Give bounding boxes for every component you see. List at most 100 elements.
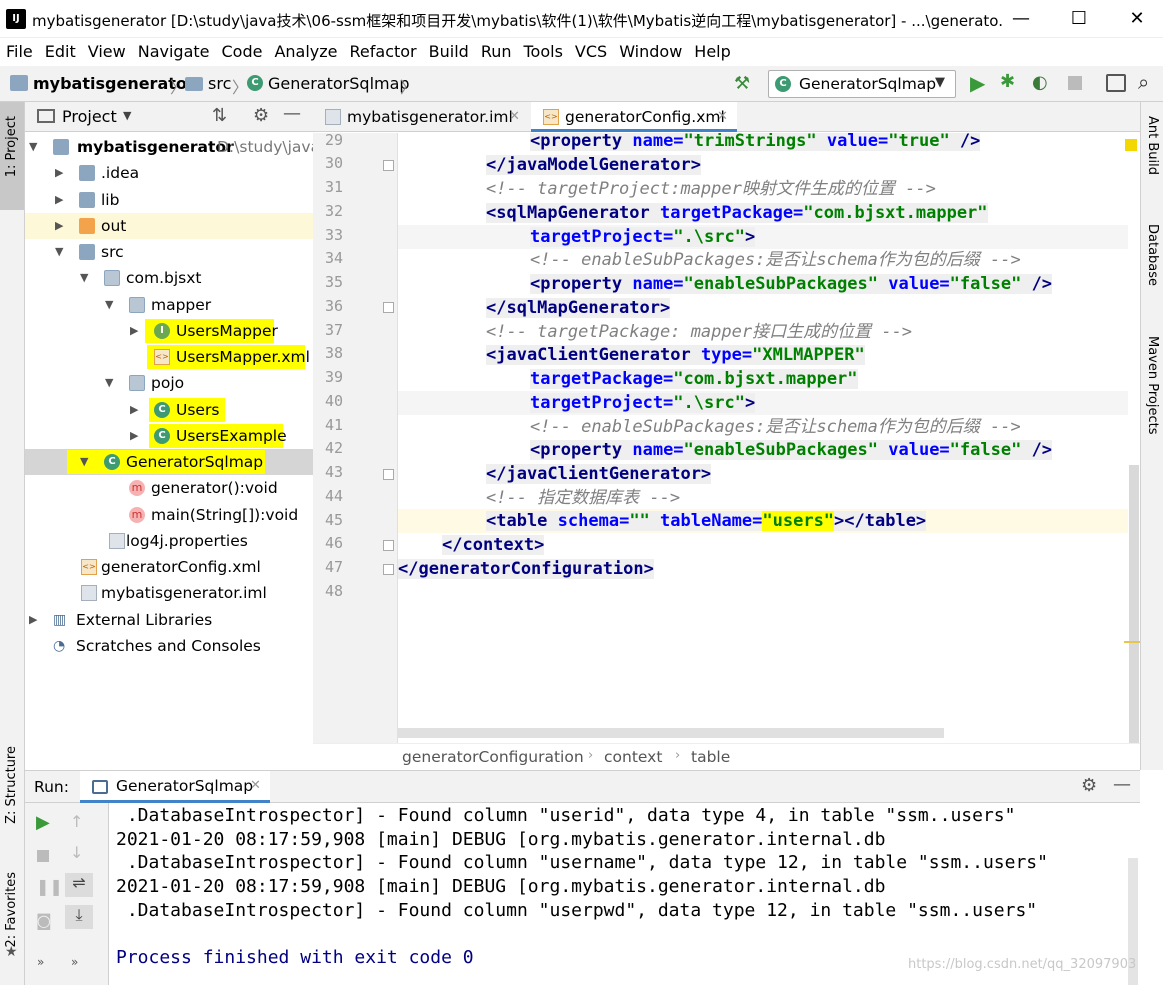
chevron-right-icon[interactable]: ▶ bbox=[55, 160, 63, 186]
build-hammer-icon[interactable]: ⚒ bbox=[734, 73, 750, 94]
project-panel-title[interactable]: Project bbox=[62, 107, 117, 126]
maven-tool-tab[interactable]: Maven Projects bbox=[1145, 336, 1160, 435]
stop-icon[interactable] bbox=[37, 850, 49, 862]
folder-icon bbox=[79, 165, 95, 181]
close-button[interactable]: ✕ bbox=[1112, 4, 1162, 34]
code-line-45: <table schema="" tableName="users"></tab… bbox=[486, 511, 927, 531]
menu-view[interactable]: View bbox=[82, 38, 132, 61]
hide-panel-icon[interactable]: — bbox=[283, 103, 301, 124]
line-number: 38 bbox=[324, 344, 343, 362]
project-tool-tab[interactable]: 1: Project bbox=[0, 102, 24, 210]
arrow-down-icon[interactable]: ↓ bbox=[70, 843, 83, 862]
scroll-to-end-icon[interactable]: ⤓ bbox=[65, 905, 93, 929]
method-icon: m bbox=[129, 507, 145, 523]
chevron-right-icon[interactable]: ▶ bbox=[130, 318, 138, 344]
run-label: Run: bbox=[34, 778, 69, 796]
close-tab-icon[interactable]: ✕ bbox=[509, 102, 520, 132]
code-line-34: <!-- enableSubPackages:是否让schema作为包的后缀 -… bbox=[530, 250, 1021, 270]
run-configuration-select[interactable]: C GeneratorSqlmap ▼ bbox=[768, 70, 956, 98]
menu-file[interactable]: File bbox=[0, 38, 39, 61]
more-icon[interactable]: » bbox=[37, 955, 44, 969]
menu-vcs[interactable]: VCS bbox=[569, 38, 613, 61]
structure-tool-tab[interactable]: Z: Structure bbox=[4, 746, 19, 824]
chevron-right-icon[interactable]: ▶ bbox=[55, 213, 63, 239]
breadcrumb-context[interactable]: context bbox=[604, 748, 662, 766]
hide-panel-icon[interactable]: — bbox=[1113, 774, 1131, 795]
pause-icon[interactable]: ❚❚ bbox=[36, 877, 63, 896]
right-tool-strip: Ant Build Database Maven Projects bbox=[1140, 102, 1163, 770]
chevron-right-icon[interactable]: ▶ bbox=[55, 187, 63, 213]
tree-label: UsersMapper.xml bbox=[176, 348, 310, 366]
database-tool-tab[interactable]: Database bbox=[1145, 224, 1160, 286]
chevron-down-icon[interactable]: ▼ bbox=[105, 292, 113, 318]
tree-node-out[interactable]: ▶ out bbox=[25, 213, 313, 239]
run-configuration-value: GeneratorSqlmap bbox=[799, 75, 937, 93]
project-structure-icon[interactable] bbox=[1106, 74, 1126, 92]
chevron-down-icon[interactable]: ▼ bbox=[105, 370, 113, 396]
inspection-status-icon[interactable] bbox=[1125, 139, 1137, 151]
chevron-down-icon[interactable]: ▼ bbox=[80, 449, 88, 475]
favorites-tool-tab[interactable]: 2: Favorites bbox=[4, 872, 19, 948]
menu-refactor[interactable]: Refactor bbox=[344, 38, 423, 61]
search-icon[interactable]: ⌕ bbox=[1138, 70, 1149, 94]
tree-node-generator[interactable]: ▼ C GeneratorSqlmap bbox=[25, 449, 313, 475]
more-icon[interactable]: » bbox=[71, 955, 78, 969]
breadcrumb-generator-configuration[interactable]: generatorConfiguration bbox=[402, 748, 584, 766]
breadcrumb-table[interactable]: table bbox=[691, 748, 730, 766]
chevron-right-icon[interactable]: ▶ bbox=[130, 423, 138, 449]
chevron-right-icon[interactable]: ▶ bbox=[29, 607, 37, 633]
gear-icon[interactable]: ⚙ bbox=[1081, 775, 1097, 796]
breadcrumb-file[interactable]: GeneratorSqlmap bbox=[268, 74, 410, 93]
fold-marker-icon[interactable] bbox=[383, 302, 394, 313]
close-tab-icon[interactable]: ✕ bbox=[717, 102, 728, 132]
fold-marker-icon[interactable] bbox=[383, 540, 394, 551]
ant-build-tool-tab[interactable]: Ant Build bbox=[1145, 116, 1160, 175]
chevron-right-icon[interactable]: ▶ bbox=[130, 397, 138, 423]
tab-generator-config[interactable]: <> generatorConfig.xml ✕ bbox=[531, 102, 737, 132]
error-stripe-marker[interactable] bbox=[1124, 641, 1140, 643]
method-icon: m bbox=[129, 480, 145, 496]
collapse-all-icon[interactable]: ⇅ bbox=[212, 105, 227, 126]
chevron-down-icon[interactable]: ▼ bbox=[123, 109, 131, 122]
vertical-scrollbar[interactable] bbox=[1129, 465, 1139, 743]
console-line: .DatabaseIntrospector] - Found column "u… bbox=[116, 805, 1016, 826]
menu-help[interactable]: Help bbox=[688, 38, 736, 61]
rerun-icon[interactable]: ▶ bbox=[36, 812, 50, 833]
breadcrumb-separator: › bbox=[588, 748, 594, 763]
gear-icon[interactable]: ⚙ bbox=[253, 105, 269, 126]
chevron-down-icon[interactable]: ▼ bbox=[55, 239, 63, 265]
menu-navigate[interactable]: Navigate bbox=[132, 38, 216, 61]
run-toolbar: ▶ ↑ ↓ ❚❚ ⇌ ◙ ⤓ » » bbox=[25, 803, 109, 985]
breadcrumb-src[interactable]: src bbox=[208, 74, 231, 93]
maximize-button[interactable]: ☐ bbox=[1054, 4, 1104, 34]
fold-marker-icon[interactable] bbox=[383, 160, 394, 171]
close-tab-icon[interactable]: ✕ bbox=[250, 778, 261, 793]
fold-marker-icon[interactable] bbox=[383, 469, 394, 480]
coverage-icon[interactable]: ◐ bbox=[1032, 72, 1048, 93]
run-panel-header: Run: GeneratorSqlmap ✕ ⚙ — bbox=[25, 770, 1140, 803]
minimize-button[interactable]: — bbox=[996, 4, 1046, 34]
chevron-down-icon[interactable]: ▼ bbox=[80, 265, 88, 291]
menu-build[interactable]: Build bbox=[423, 38, 475, 61]
tab-mybatisgenerator-iml[interactable]: mybatisgenerator.iml ✕ bbox=[313, 102, 527, 132]
menu-edit[interactable]: Edit bbox=[39, 38, 82, 61]
line-number: 37 bbox=[324, 321, 343, 339]
tree-node-root[interactable]: ▼ mybatisgenerator D:\study\java bbox=[25, 134, 313, 160]
module-file-icon bbox=[81, 585, 97, 601]
soft-wrap-icon[interactable]: ⇌ bbox=[65, 873, 93, 897]
code-editor[interactable]: <property name="trimStrings" value="true… bbox=[398, 133, 1128, 743]
menu-tools[interactable]: Tools bbox=[518, 38, 569, 61]
chevron-down-icon[interactable]: ▼ bbox=[29, 134, 37, 160]
arrow-up-icon[interactable]: ↑ bbox=[70, 812, 83, 831]
menu-window[interactable]: Window bbox=[613, 38, 688, 61]
menu-run[interactable]: Run bbox=[475, 38, 518, 61]
horizontal-scrollbar[interactable] bbox=[398, 728, 944, 738]
debug-icon[interactable]: ✱ bbox=[1000, 71, 1015, 92]
run-tab[interactable]: GeneratorSqlmap ✕ bbox=[80, 771, 270, 803]
camera-icon[interactable]: ◙ bbox=[36, 911, 52, 930]
stop-icon[interactable] bbox=[1068, 76, 1082, 90]
menu-analyze[interactable]: Analyze bbox=[268, 38, 343, 61]
menu-code[interactable]: Code bbox=[216, 38, 269, 61]
fold-marker-icon[interactable] bbox=[383, 564, 394, 575]
run-icon[interactable]: ▶ bbox=[970, 71, 985, 95]
